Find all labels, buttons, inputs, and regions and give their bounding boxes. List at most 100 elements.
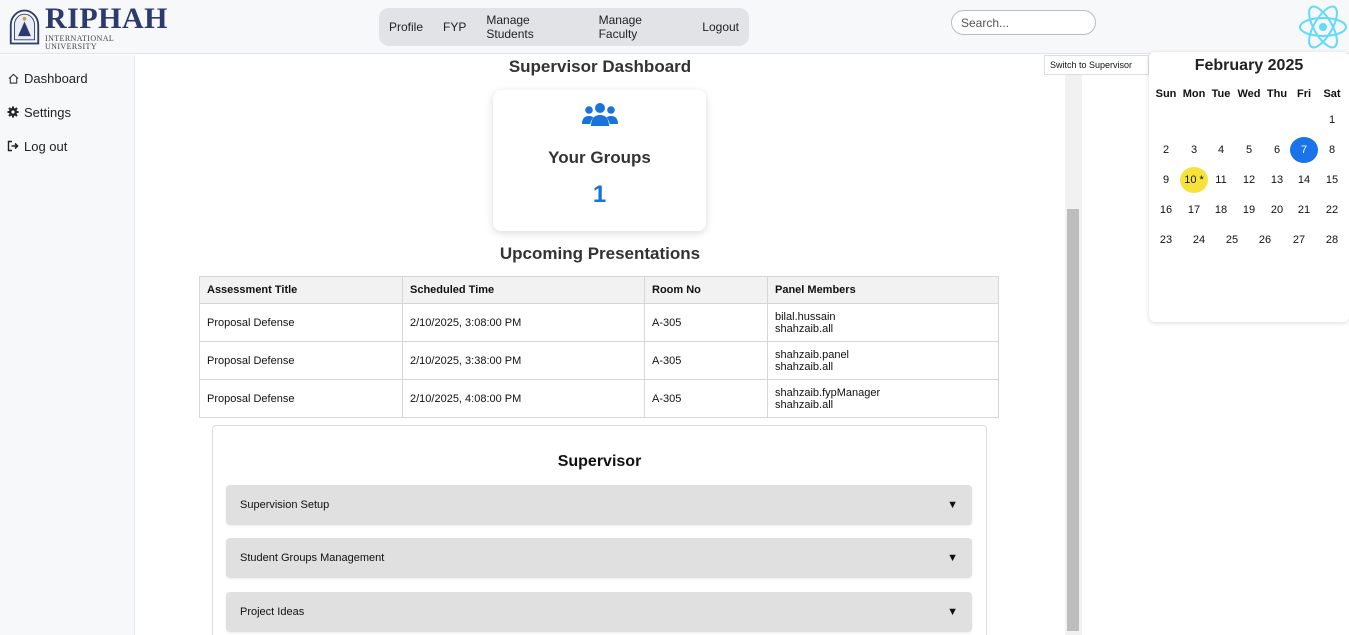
calendar-day[interactable]: 2	[1152, 137, 1180, 163]
accordion-supervision-setup[interactable]: Supervision Setup ▼	[226, 485, 972, 525]
calendar-day[interactable]: 10 *	[1180, 167, 1208, 193]
table-row: Proposal Defense 2/10/2025, 3:08:00 PM A…	[199, 303, 999, 342]
calendar-day[interactable]: 3	[1180, 137, 1208, 163]
calendar-dow-sun: Sun	[1155, 88, 1177, 100]
calendar-dow-sat: Sat	[1323, 88, 1341, 100]
column-header: Scheduled Time	[402, 276, 645, 304]
chevron-down-icon: ▼	[947, 499, 958, 511]
calendar-day[interactable]: 22	[1318, 197, 1346, 223]
riphah-logo[interactable]: RIPHAH INTERNATIONAL UNIVERSITY	[8, 1, 168, 51]
scheduled-time-cell: 2/10/2025, 3:38:00 PM	[402, 341, 645, 380]
chevron-down-icon: ▼	[947, 552, 958, 564]
table-row: Proposal Defense 2/10/2025, 3:38:00 PM A…	[199, 341, 999, 380]
calendar-day[interactable]: 27	[1285, 227, 1313, 253]
calendar-day[interactable]: 14	[1290, 167, 1318, 193]
column-header: Room No	[644, 276, 768, 304]
your-groups-card[interactable]: Your Groups 1	[493, 90, 706, 231]
calendar-day[interactable]: 11	[1207, 167, 1235, 193]
sidebar-item-label: Log out	[24, 138, 68, 154]
calendar-dow-mon: Mon	[1182, 88, 1206, 100]
search-input[interactable]	[951, 10, 1096, 35]
accordion-label: Project Ideas	[240, 606, 305, 618]
panel-member: shahzaib.panel	[775, 348, 850, 361]
room-cell: A-305	[644, 379, 768, 418]
panel-member: shahzaib.all	[775, 360, 834, 373]
supervisor-panel: Supervisor Supervision Setup ▼ Student G…	[212, 425, 987, 635]
accordion-project-ideas[interactable]: Project Ideas ▼	[226, 592, 972, 632]
sidebar-item-settings[interactable]: Settings	[0, 95, 134, 129]
switch-to-supervisor-button[interactable]: Switch to Supervisor	[1044, 55, 1149, 75]
nav-profile[interactable]: Profile	[379, 20, 433, 34]
top-nav: Profile FYP Manage Students Manage Facul…	[379, 8, 749, 46]
panel-member: shahzaib.all	[775, 398, 834, 411]
sidebar: Dashboard Settings Log out	[0, 55, 135, 635]
sidebar-item-label: Dashboard	[24, 70, 88, 86]
calendar-day[interactable]: 18	[1207, 197, 1235, 223]
nav-manage-faculty[interactable]: Manage Faculty	[589, 13, 693, 41]
calendar-day[interactable]: 17	[1180, 197, 1208, 223]
logout-icon	[7, 140, 19, 152]
calendar-month-title: February 2025	[1194, 57, 1304, 74]
sidebar-item-label: Settings	[24, 104, 71, 120]
calendar-day[interactable]: 25	[1218, 227, 1246, 253]
riphah-emblem-icon	[9, 9, 40, 45]
react-logo-icon	[1299, 5, 1347, 49]
nav-manage-students[interactable]: Manage Students	[476, 13, 588, 41]
column-header: Panel Members	[767, 276, 999, 304]
calendar-day[interactable]: 5	[1235, 137, 1263, 163]
gear-icon	[7, 106, 19, 118]
calendar-day[interactable]: 24	[1185, 227, 1213, 253]
accordion-label: Student Groups Management	[240, 552, 385, 564]
room-cell: A-305	[644, 303, 768, 342]
home-icon	[7, 72, 19, 84]
calendar-day[interactable]: 19	[1235, 197, 1263, 223]
logo-name: RIPHAH	[45, 1, 168, 35]
calendar-day[interactable]: 23	[1152, 227, 1180, 253]
calendar-day[interactable]: 26	[1251, 227, 1279, 253]
sidebar-item-dashboard[interactable]: Dashboard	[0, 61, 134, 95]
panel-members-cell: shahzaib.panel shahzaib.all	[767, 341, 999, 380]
calendar-day[interactable]: 4	[1207, 137, 1235, 163]
calendar-day[interactable]: 1	[1318, 107, 1346, 133]
calendar-day[interactable]: 16	[1152, 197, 1180, 223]
room-cell: A-305	[644, 341, 768, 380]
nav-fyp[interactable]: FYP	[433, 20, 476, 34]
panel-member: shahzaib.fypManager	[775, 386, 881, 399]
column-header: Assessment Title	[199, 276, 403, 304]
table-header-row: Assessment Title Scheduled Time Room No …	[199, 276, 999, 304]
scheduled-time-cell: 2/10/2025, 3:08:00 PM	[402, 303, 645, 342]
assessment-title-cell: Proposal Defense	[199, 303, 403, 342]
top-header: RIPHAH INTERNATIONAL UNIVERSITY Profile …	[0, 0, 1349, 54]
calendar-day[interactable]: 20	[1263, 197, 1291, 223]
sidebar-item-logout[interactable]: Log out	[0, 129, 134, 163]
scrollbar-thumb[interactable]	[1067, 209, 1079, 631]
calendar-day[interactable]: 21	[1290, 197, 1318, 223]
calendar-dow-fri: Fri	[1296, 88, 1312, 100]
assessment-title-cell: Proposal Defense	[199, 379, 403, 418]
panel-member: bilal.hussain	[775, 310, 836, 323]
panel-members-cell: bilal.hussain shahzaib.all	[767, 303, 999, 342]
supervisor-panel-title: Supervisor	[557, 453, 642, 470]
nav-logout[interactable]: Logout	[692, 20, 749, 34]
calendar-widget: February 2025 Sun Mon Tue Wed Thu Fri Sat 1 2 3 4 5…	[1149, 52, 1349, 322]
calendar-day[interactable]: 15	[1318, 167, 1346, 193]
users-icon	[582, 103, 618, 126]
chevron-down-icon: ▼	[947, 606, 958, 618]
calendar-day[interactable]: 12	[1235, 167, 1263, 193]
logo-subtitle: INTERNATIONAL UNIVERSITY	[45, 33, 114, 51]
calendar-day[interactable]: 9	[1152, 167, 1180, 193]
calendar-day[interactable]: 6	[1263, 137, 1291, 163]
panel-member: shahzaib.all	[775, 322, 834, 335]
upcoming-presentations-title: Upcoming Presentations	[499, 244, 701, 263]
panel-members-cell: shahzaib.fypManager shahzaib.all	[767, 379, 999, 418]
accordion-student-groups-management[interactable]: Student Groups Management ▼	[226, 538, 972, 578]
calendar-day[interactable]: 28	[1318, 227, 1346, 253]
calendar-day[interactable]: 13	[1263, 167, 1291, 193]
scheduled-time-cell: 2/10/2025, 4:08:00 PM	[402, 379, 645, 418]
presentations-table: Assessment Title Scheduled Time Room No …	[199, 276, 999, 418]
calendar-day[interactable]: 7	[1290, 137, 1318, 163]
calendar-day[interactable]: 8	[1318, 137, 1346, 163]
calendar-dow-tue: Tue	[1211, 88, 1231, 100]
calendar-dow-wed: Wed	[1237, 88, 1261, 100]
groups-label: Your Groups	[548, 148, 651, 167]
